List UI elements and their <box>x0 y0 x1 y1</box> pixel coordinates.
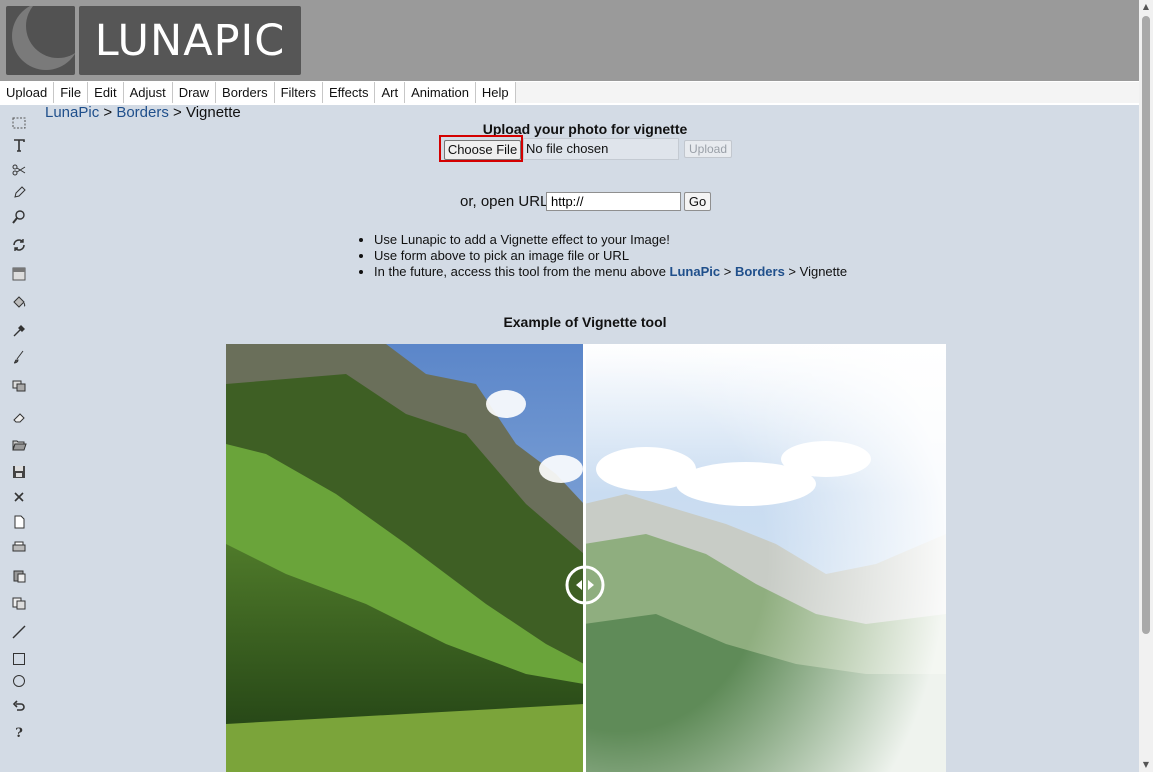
scroll-up-icon[interactable]: ▲ <box>1139 0 1153 14</box>
instruction-separator: > <box>784 264 800 279</box>
list-item: Use form above to pick an image file or … <box>374 248 847 264</box>
menu-borders[interactable]: Borders <box>216 82 275 104</box>
breadcrumb-separator: > <box>99 104 117 121</box>
moon-logo-icon <box>6 6 75 75</box>
menu-adjust[interactable]: Adjust <box>124 82 173 104</box>
go-button[interactable]: Go <box>684 192 711 211</box>
instruction-borders-link[interactable]: Borders <box>735 264 785 279</box>
instruction-current: Vignette <box>799 264 848 279</box>
menu-animation[interactable]: Animation <box>405 82 476 104</box>
file-status-text: No file chosen <box>523 138 679 160</box>
eraser-icon[interactable] <box>9 408 29 426</box>
url-label: or, open URL <box>460 193 549 210</box>
copy-icon[interactable] <box>9 594 29 612</box>
circle-icon[interactable] <box>9 672 29 690</box>
paint-bucket-icon[interactable] <box>9 293 29 311</box>
example-title: Example of Vignette tool <box>503 314 667 330</box>
line-icon[interactable] <box>9 623 29 641</box>
menu-bar: Upload File Edit Adjust Draw Borders Fil… <box>0 81 1139 105</box>
breadcrumb-lunapic-link[interactable]: LunaPic <box>45 104 99 121</box>
instruction-text: In the future, access this tool from the… <box>374 264 670 279</box>
rectangle-icon[interactable] <box>9 650 29 668</box>
url-input[interactable] <box>546 192 681 211</box>
close-icon[interactable] <box>9 488 29 506</box>
text-icon[interactable] <box>9 136 29 154</box>
menu-art[interactable]: Art <box>375 82 406 104</box>
list-item: In the future, access this tool from the… <box>374 264 847 280</box>
vignette-example-image[interactable] <box>226 344 946 772</box>
instruction-separator: > <box>720 264 735 279</box>
new-file-icon[interactable] <box>9 513 29 531</box>
gradient-icon[interactable] <box>9 265 29 283</box>
lunapic-logo[interactable]: LUNAPIC <box>6 6 301 75</box>
save-icon[interactable] <box>9 463 29 481</box>
list-item: Use Lunapic to add a Vignette effect to … <box>374 232 847 248</box>
print-icon[interactable] <box>9 538 29 556</box>
menu-edit[interactable]: Edit <box>88 82 124 104</box>
breadcrumb-separator: > <box>168 104 186 121</box>
instructions-list: Use Lunapic to add a Vignette effect to … <box>360 232 847 280</box>
menu-upload[interactable]: Upload <box>0 82 55 104</box>
instruction-lunapic-link[interactable]: LunaPic <box>670 264 721 279</box>
open-folder-icon[interactable] <box>9 436 29 454</box>
menu-file[interactable]: File <box>54 82 89 104</box>
breadcrumb: LunaPic > Borders > Vignette <box>45 104 241 121</box>
menu-draw[interactable]: Draw <box>173 82 217 104</box>
breadcrumb-current: Vignette <box>185 104 241 121</box>
menu-help[interactable]: Help <box>476 82 516 104</box>
menu-effects[interactable]: Effects <box>323 82 376 104</box>
undo-icon[interactable] <box>9 698 29 716</box>
help-icon[interactable]: ? <box>9 724 29 742</box>
upload-button[interactable]: Upload <box>684 140 732 158</box>
paste-icon[interactable] <box>9 567 29 585</box>
choose-file-button[interactable]: Choose File <box>444 140 521 160</box>
header: LUNAPIC <box>0 0 1139 81</box>
upload-title: Upload your photo for vignette <box>482 121 688 137</box>
brush-icon[interactable] <box>9 348 29 366</box>
layers-icon[interactable] <box>9 377 29 395</box>
zoom-icon[interactable] <box>9 208 29 226</box>
rotate-icon[interactable] <box>9 236 29 254</box>
scissors-icon[interactable] <box>9 161 29 179</box>
menu-filters[interactable]: Filters <box>275 82 323 104</box>
pencil-icon[interactable] <box>9 183 29 201</box>
vertical-scrollbar[interactable]: ▲ ▼ <box>1139 0 1153 772</box>
breadcrumb-borders-link[interactable]: Borders <box>116 104 169 121</box>
logo-text: LUNAPIC <box>79 6 301 75</box>
scroll-down-icon[interactable]: ▼ <box>1139 758 1153 772</box>
